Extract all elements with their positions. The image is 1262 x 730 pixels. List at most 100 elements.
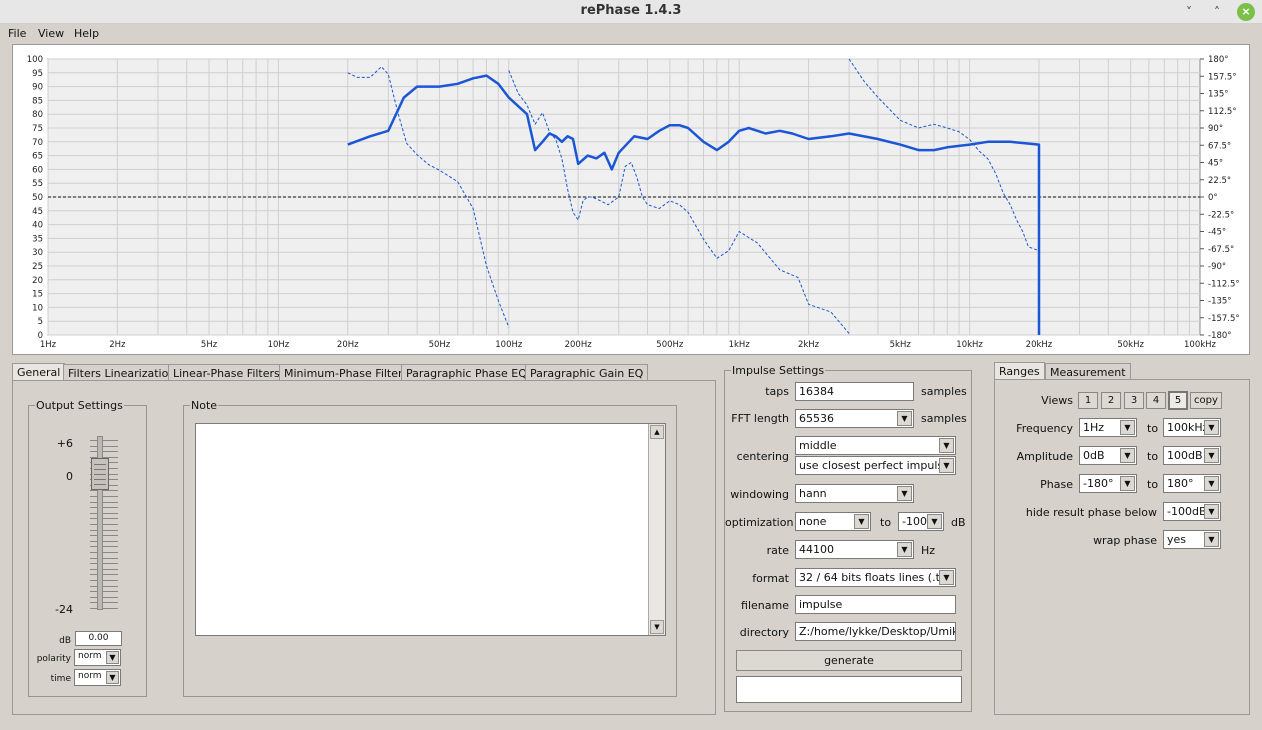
impulse-settings-title: Impulse Settings xyxy=(731,364,826,377)
tab-paragraphic-phase-eq[interactable]: Paragraphic Phase EQ xyxy=(401,364,532,381)
amplitude-to-select[interactable]: 100dB ▼ xyxy=(1163,446,1221,465)
frequency-from-select[interactable]: 1Hz ▼ xyxy=(1079,418,1137,437)
tab-minimum-phase-filters[interactable]: Minimum-Phase Filters xyxy=(279,364,414,381)
taps-input[interactable]: 16384 xyxy=(795,382,914,401)
y2-tick-label: 0° xyxy=(1208,193,1218,203)
hide-phase-select[interactable]: -100dB ▼ xyxy=(1163,502,1221,521)
chevron-down-icon: ▼ xyxy=(1204,420,1219,435)
gain-slider-thumb[interactable] xyxy=(91,458,109,490)
fft-unit: samples xyxy=(921,412,967,425)
scroll-up-icon[interactable]: ▲ xyxy=(650,425,664,439)
x-tick-label: 10kHz xyxy=(956,340,983,350)
x-tick-label: 20Hz xyxy=(337,340,359,350)
frequency-to-select[interactable]: 100kHz ▼ xyxy=(1163,418,1221,437)
time-select[interactable]: norm ▼ xyxy=(74,669,121,686)
polarity-label: polarity xyxy=(36,654,71,664)
chart-svg: 0510152025303540455055606570758085909510… xyxy=(27,55,1240,350)
filename-input[interactable]: impulse xyxy=(795,595,956,614)
tab-general[interactable]: General xyxy=(12,363,66,381)
y2-tick-label: 135° xyxy=(1208,90,1228,100)
slider-tick xyxy=(90,512,118,514)
fft-length-value: 65536 xyxy=(799,412,834,425)
y-tick-label: 10 xyxy=(32,303,43,313)
time-value: norm xyxy=(78,671,102,681)
db-value-input[interactable]: 0.00 xyxy=(75,631,122,646)
tab-ranges[interactable]: Ranges xyxy=(994,362,1045,380)
view-1-button[interactable]: 1 xyxy=(1078,392,1098,409)
slider-tick xyxy=(90,574,118,576)
views-label: Views xyxy=(1041,394,1073,407)
maximize-button[interactable]: ˄ xyxy=(1208,3,1226,21)
tab-filters-linearization[interactable]: Filters Linearization xyxy=(63,364,181,381)
copy-view-button[interactable]: copy xyxy=(1190,392,1222,409)
x-tick-label: 5kHz xyxy=(890,340,912,350)
y-tick-label: 50 xyxy=(32,193,43,203)
menu-help[interactable]: Help xyxy=(74,27,99,40)
view-5-button[interactable]: 5 xyxy=(1168,391,1188,410)
slider-tick xyxy=(90,552,118,553)
format-select[interactable]: 32 / 64 bits floats lines (.txt) ▼ xyxy=(795,568,956,587)
slider-tick xyxy=(90,540,118,542)
fft-length-select[interactable]: 65536 ▼ xyxy=(795,409,914,428)
general-panel: Output Settings +6 0 -24 dB 0.00 polarit… xyxy=(12,380,716,715)
view-2-button[interactable]: 2 xyxy=(1101,392,1121,409)
tab-linear-phase-filters[interactable]: Linear-Phase Filters xyxy=(168,364,285,381)
slider-tick xyxy=(90,507,118,509)
rate-select[interactable]: 44100 ▼ xyxy=(795,540,914,559)
slider-tick xyxy=(90,445,118,447)
slider-tick xyxy=(90,596,118,598)
hide-phase-value: -100dB xyxy=(1167,505,1207,518)
centering-mode-select[interactable]: use closest perfect impulse ▼ xyxy=(795,456,956,475)
scroll-down-icon[interactable]: ▼ xyxy=(650,620,664,634)
slider-tick xyxy=(90,535,118,537)
slider-top-label: +6 xyxy=(56,437,73,450)
phase-from-value: -180° xyxy=(1083,477,1114,490)
y-tick-label: 95 xyxy=(32,69,43,79)
tab-measurement[interactable]: Measurement xyxy=(1045,363,1131,380)
optimization-limit-select[interactable]: -100 ▼ xyxy=(898,512,944,531)
centering-select[interactable]: middle ▼ xyxy=(795,436,956,455)
minimize-button[interactable]: ˅ xyxy=(1180,3,1198,21)
note-scrollbar[interactable]: ▲ ▼ xyxy=(648,424,665,635)
phase-from-select[interactable]: -180° ▼ xyxy=(1079,474,1137,493)
chevron-down-icon: ▼ xyxy=(897,486,912,501)
frequency-response-chart[interactable]: 0 5 10 15 20 25 30 35 40 45 50 55 60 65 70 75 80 85 90 95 10… xyxy=(12,44,1250,355)
phase-to-select[interactable]: 180° ▼ xyxy=(1163,474,1221,493)
x-tick-label: 10Hz xyxy=(268,340,290,350)
window-title: rePhase 1.4.3 xyxy=(580,3,682,18)
slider-tick xyxy=(90,546,118,548)
y-tick-label: 25 xyxy=(32,262,43,272)
directory-input[interactable]: Z:/home/lykke/Desktop/Umik xyxy=(795,622,956,641)
slider-tick xyxy=(90,529,118,531)
tab-paragraphic-gain-eq[interactable]: Paragraphic Gain EQ xyxy=(525,364,649,381)
taps-unit: samples xyxy=(921,385,967,398)
format-label: format xyxy=(752,572,789,585)
menu-file[interactable]: File xyxy=(8,27,26,40)
optimization-select[interactable]: none ▼ xyxy=(795,512,871,531)
chevron-down-icon: ▼ xyxy=(939,458,954,473)
y2-tick-label: -67.5° xyxy=(1208,245,1234,255)
menu-view[interactable]: View xyxy=(38,27,64,40)
note-textarea[interactable]: ▲ ▼ xyxy=(195,423,666,636)
generate-button[interactable]: generate xyxy=(736,650,962,671)
amplitude-from-select[interactable]: 0dB ▼ xyxy=(1079,446,1137,465)
note-group: Note ▲ ▼ xyxy=(183,399,677,697)
x-tick-label: 20kHz xyxy=(1026,340,1053,350)
y2-tick-label: -135° xyxy=(1208,297,1232,307)
chevron-down-icon: ▼ xyxy=(897,542,912,557)
centering-mode-value: use closest perfect impulse xyxy=(799,459,950,472)
x-tick-label: 100kHz xyxy=(1184,340,1217,350)
x-tick-label: 1kHz xyxy=(729,340,751,350)
view-4-button[interactable]: 4 xyxy=(1146,392,1166,409)
wrap-phase-select[interactable]: yes ▼ xyxy=(1163,530,1221,549)
chevron-down-icon: ▼ xyxy=(1120,448,1135,463)
view-3-button[interactable]: 3 xyxy=(1124,392,1144,409)
close-button[interactable]: × xyxy=(1237,3,1255,21)
x-tick-label: 200Hz xyxy=(565,340,593,350)
windowing-select[interactable]: hann ▼ xyxy=(795,484,914,503)
wrap-phase-value: yes xyxy=(1167,533,1187,546)
polarity-select[interactable]: norm ▼ xyxy=(74,649,121,666)
centering-value: middle xyxy=(799,439,837,452)
optimization-label: optimization xyxy=(725,516,794,529)
y-tick-label: 15 xyxy=(32,290,43,300)
